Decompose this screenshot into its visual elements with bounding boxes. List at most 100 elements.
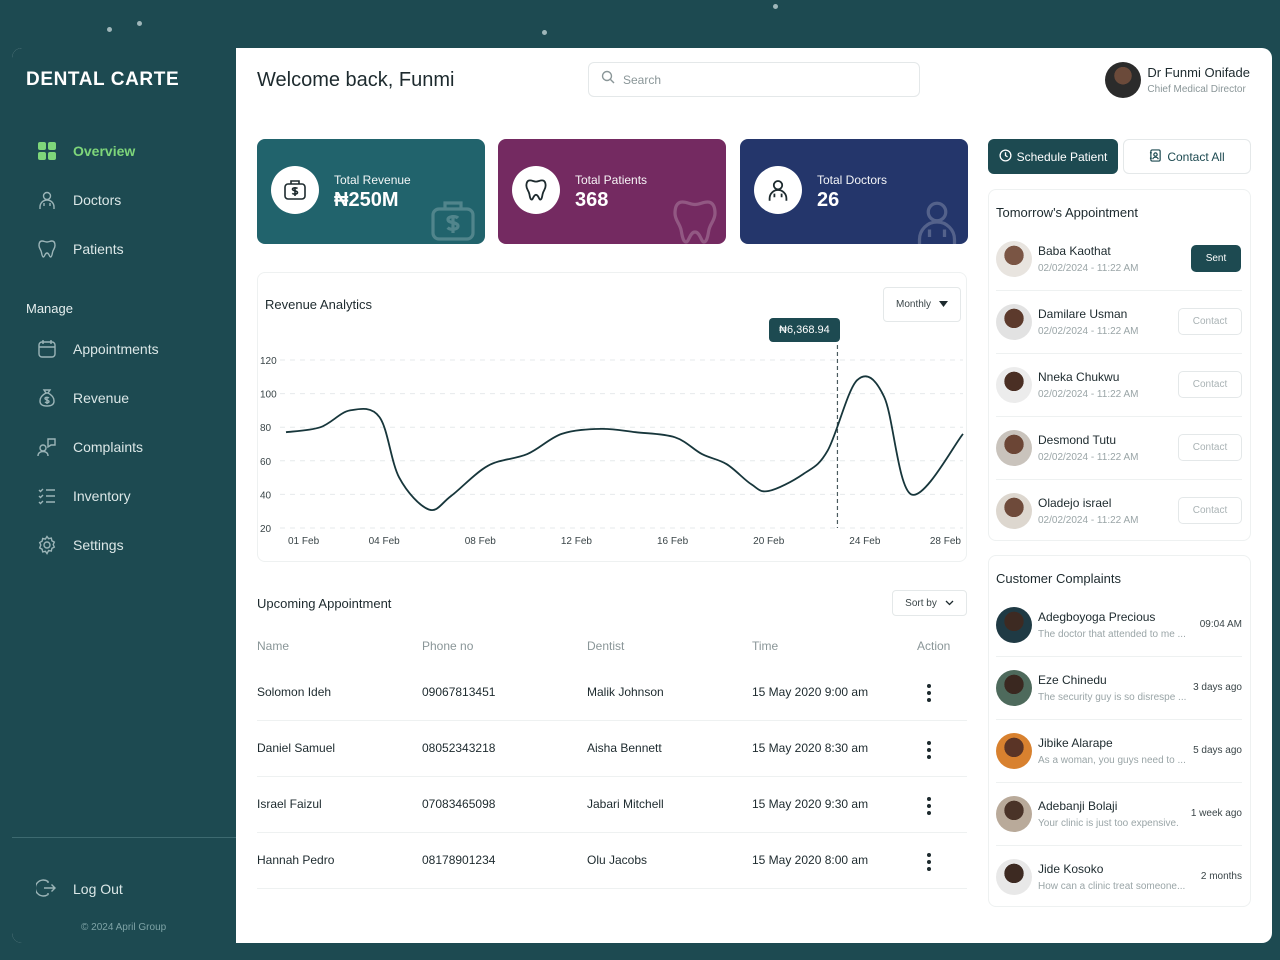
list-item[interactable]: Oladejo israel 02/02/2024 - 11:22 AM Cont… — [989, 479, 1249, 542]
complainant-name: Adegboyoga Precious — [1038, 609, 1156, 624]
clock-icon — [999, 148, 1012, 165]
contact-button[interactable]: Contact — [1178, 434, 1242, 461]
x-tick-label: 24 Feb — [849, 536, 881, 547]
complainant-name: Jide Kosoko — [1038, 861, 1104, 876]
complainant-name: Jibike Alarape — [1038, 735, 1113, 750]
background-dot — [137, 21, 142, 26]
sidebar-item-complaints[interactable]: Complaints — [12, 422, 236, 471]
upcoming-title: Upcoming Appointment — [257, 596, 392, 611]
user-profile[interactable]: Dr Funmi Onifade Chief Medical Director — [1105, 62, 1250, 98]
y-tick-label: 100 — [260, 390, 277, 401]
main-nav: Overview Doctors Patients — [12, 126, 236, 273]
stat-label: Total Revenue — [334, 173, 411, 187]
list-item[interactable]: Adebanji Bolaji Your clinic is just too e… — [989, 782, 1249, 845]
search-icon — [601, 70, 615, 89]
sidebar-item-overview[interactable]: Overview — [12, 126, 236, 175]
stat-card-doctors[interactable]: Total Doctors 26 — [740, 139, 968, 244]
appointment-time: 02/02/2024 - 11:22 AM — [1038, 325, 1139, 337]
sidebar-item-label: Appointments — [73, 340, 159, 357]
sidebar: DENTAL CARTE Overview Doctors Patients M… — [12, 48, 236, 943]
phone-number: 08052343218 — [422, 720, 587, 777]
y-tick-label: 120 — [260, 356, 277, 367]
patient-name: Israel Faizul — [257, 776, 422, 833]
more-options-icon[interactable] — [921, 793, 937, 819]
more-options-icon[interactable] — [921, 849, 937, 875]
list-item[interactable]: Nneka Chukwu 02/02/2024 - 11:22 AM Contac… — [989, 353, 1249, 416]
more-options-icon[interactable] — [921, 680, 937, 706]
doctor-icon — [754, 166, 802, 214]
x-tick-label: 16 Feb — [657, 536, 689, 547]
contact-button[interactable]: Contact — [1178, 371, 1242, 398]
phone-number: 09067813451 — [422, 664, 587, 721]
contact-button[interactable]: Contact — [1178, 308, 1242, 335]
table-row[interactable]: Solomon Ideh 09067813451 Malik Johnson 1… — [257, 664, 967, 721]
sidebar-item-appointments[interactable]: Appointments — [12, 324, 236, 373]
schedule-patient-button[interactable]: Schedule Patient — [988, 139, 1118, 174]
logout-label: Log Out — [73, 881, 123, 897]
dentist-name: Malik Johnson — [587, 664, 752, 721]
stat-label: Total Patients — [575, 173, 648, 187]
sidebar-item-label: Doctors — [73, 191, 122, 208]
money-bag-icon — [36, 387, 58, 409]
avatar — [996, 732, 1032, 769]
search-bar[interactable] — [588, 62, 920, 97]
money-bag-icon — [427, 195, 479, 244]
table-row[interactable]: Hannah Pedro 08178901234 Olu Jacobs 15 M… — [257, 832, 967, 889]
avatar — [1105, 62, 1142, 98]
schedule-patient-label: Schedule Patient — [1016, 149, 1108, 164]
list-check-icon — [36, 485, 58, 507]
list-item[interactable]: Jide Kosoko How can a clinic treat someon… — [989, 845, 1249, 908]
sidebar-item-patients[interactable]: Patients — [12, 224, 236, 273]
complainant-name: Eze Chinedu — [1038, 672, 1107, 687]
list-item[interactable]: Desmond Tutu 02/02/2024 - 11:22 AM Contac… — [989, 416, 1249, 479]
column-header: Phone no — [422, 639, 474, 653]
stat-card-patients[interactable]: Total Patients 368 — [498, 139, 726, 244]
more-options-icon[interactable] — [921, 737, 937, 763]
column-header: Action — [917, 639, 951, 653]
money-bag-icon — [271, 166, 319, 214]
main-content: Welcome back, Funmi Dr Funmi Onifade Chi… — [236, 48, 1272, 943]
contact-button[interactable]: Contact — [1178, 497, 1242, 524]
sent-button[interactable]: Sent — [1191, 245, 1241, 272]
patient-name: Hannah Pedro — [257, 832, 422, 889]
appointment-time: 15 May 2020 9:00 am — [752, 664, 917, 721]
patient-name: Daniel Samuel — [257, 720, 422, 777]
list-item[interactable]: Baba Kaothat 02/02/2024 - 11:22 AM Sent — [989, 227, 1249, 290]
sidebar-item-doctors[interactable]: Doctors — [12, 175, 236, 224]
table-row[interactable]: Israel Faizul 07083465098 Jabari Mitchel… — [257, 776, 967, 833]
phone-number: 07083465098 — [422, 776, 587, 833]
complaint-text: Your clinic is just too expensive. — [1038, 817, 1179, 829]
patient-name: Solomon Ideh — [257, 664, 422, 721]
x-tick-label: 28 Feb — [930, 536, 962, 547]
sidebar-item-label: Patients — [73, 240, 124, 257]
stat-value: ₦250M — [334, 189, 399, 211]
list-item[interactable]: Jibike Alarape As a woman, you guys need … — [989, 719, 1249, 782]
patient-name: Damilare Usman — [1038, 306, 1128, 321]
avatar — [996, 366, 1032, 403]
search-input[interactable] — [623, 72, 893, 87]
complaint-text: The security guy is so disrespe ... — [1038, 691, 1187, 703]
appointment-time: 15 May 2020 8:30 am — [752, 720, 917, 777]
table-row[interactable]: Daniel Samuel 08052343218 Aisha Bennett … — [257, 720, 967, 777]
column-header: Name — [257, 639, 290, 653]
sort-dropdown[interactable]: Sort by — [892, 590, 967, 616]
logout-button[interactable]: Log Out — [34, 878, 123, 900]
contact-all-button[interactable]: Contact All — [1123, 139, 1251, 174]
sidebar-item-inventory[interactable]: Inventory — [12, 471, 236, 520]
appointments-table: Name Phone no Dentist Time Action Solomo… — [257, 628, 967, 889]
stat-card-revenue[interactable]: Total Revenue ₦250M — [257, 139, 485, 244]
list-item[interactable]: Adegboyoga Precious The doctor that atten… — [989, 593, 1249, 656]
appointment-time: 02/02/2024 - 11:22 AM — [1038, 451, 1139, 463]
sort-label: Sort by — [905, 597, 937, 609]
avatar — [996, 429, 1032, 466]
list-item[interactable]: Damilare Usman 02/02/2024 - 11:22 AM Cont… — [989, 290, 1249, 353]
sidebar-item-revenue[interactable]: Revenue — [12, 373, 236, 422]
avatar — [996, 669, 1032, 706]
section-label-manage: Manage — [26, 301, 73, 316]
doctor-icon — [912, 197, 962, 244]
sidebar-item-settings[interactable]: Settings — [12, 520, 236, 569]
logout-icon — [34, 878, 58, 900]
panel-title: Customer Complaints — [996, 571, 1121, 586]
page-title: Welcome back, Funmi — [257, 69, 455, 91]
list-item[interactable]: Eze Chinedu The security guy is so disres… — [989, 656, 1249, 719]
